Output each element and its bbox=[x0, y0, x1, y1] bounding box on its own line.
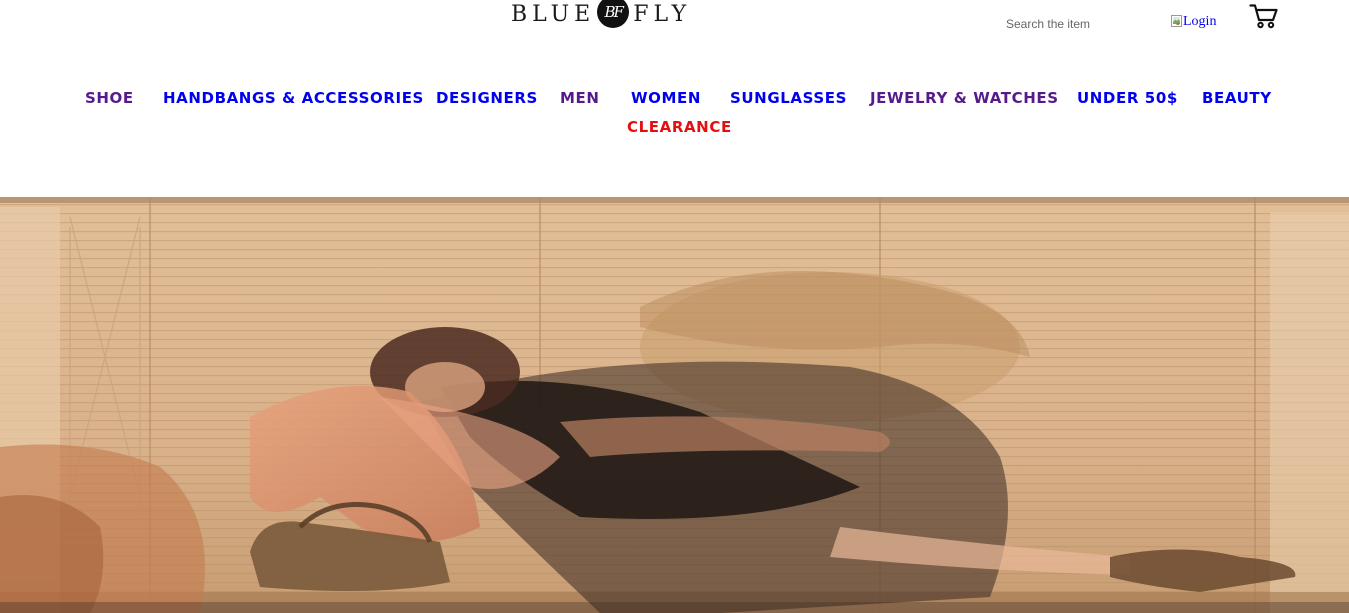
nav-item-women[interactable]: WOMEN bbox=[631, 88, 701, 108]
login-alt-text: Login bbox=[1183, 14, 1217, 29]
nav-item-clearance[interactable]: CLEARANCE bbox=[627, 117, 732, 137]
nav-item-shoe[interactable]: SHOE bbox=[85, 88, 134, 108]
hero-image bbox=[0, 197, 1349, 613]
nav-item-handbags-accessories[interactable]: HANDBANGS & ACCESSORIES bbox=[163, 88, 424, 108]
nav-item-under-50[interactable]: UNDER 50$ bbox=[1077, 88, 1178, 108]
main-nav: SHOE HANDBANGS & ACCESSORIES DESIGNERS M… bbox=[0, 88, 1349, 112]
login-link[interactable]: Login bbox=[1171, 14, 1216, 30]
nav-item-beauty[interactable]: BEAUTY bbox=[1202, 88, 1272, 108]
nav-item-sunglasses[interactable]: SUNGLASSES bbox=[730, 88, 847, 108]
brand-name-left: BLUE bbox=[511, 2, 596, 27]
hero-banner[interactable] bbox=[0, 197, 1349, 613]
page: BLUE BF FLY Login SHOE HANDBANGS & ACCES… bbox=[0, 0, 1349, 613]
brand-monogram-icon: BF bbox=[597, 0, 630, 28]
search-input[interactable] bbox=[1002, 13, 1160, 35]
nav-item-men[interactable]: MEN bbox=[560, 88, 600, 108]
nav-item-designers[interactable]: DESIGNERS bbox=[436, 88, 538, 108]
nav-item-jewelry-watches[interactable]: JEWELRY & WATCHES bbox=[870, 88, 1059, 108]
brand-logo[interactable]: BLUE BF FLY bbox=[511, 0, 691, 30]
broken-image-icon bbox=[1171, 15, 1182, 27]
secondary-nav: CLEARANCE bbox=[0, 117, 1349, 141]
brand-name-right: FLY bbox=[633, 2, 692, 27]
shopping-cart-icon[interactable] bbox=[1249, 3, 1279, 29]
